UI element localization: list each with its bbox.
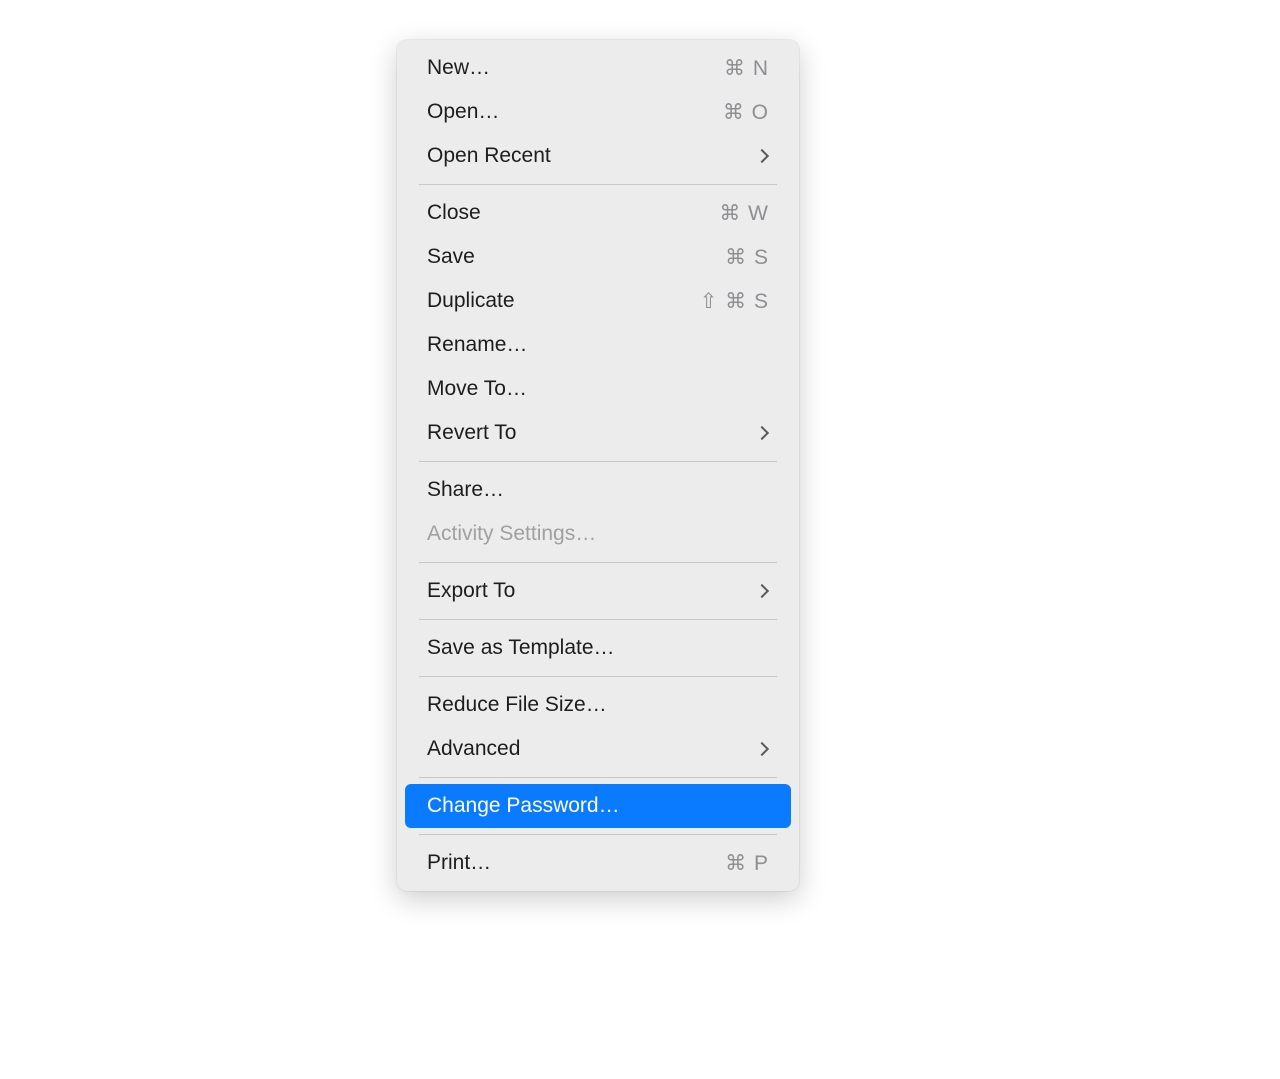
menu-item-label: Reduce File Size… bbox=[427, 693, 607, 717]
menu-item-label: Export To bbox=[427, 579, 515, 603]
menu-item-change-password[interactable]: Change Password… bbox=[405, 784, 791, 828]
keyboard-shortcut: ⌘ P bbox=[725, 851, 769, 876]
chevron-right-icon bbox=[757, 744, 769, 754]
menu-item-label: Print… bbox=[427, 851, 491, 875]
menu-item-label: Open Recent bbox=[427, 144, 551, 168]
keyboard-shortcut: ⌘ W bbox=[719, 201, 769, 226]
menu-item-save-as-template[interactable]: Save as Template… bbox=[405, 626, 791, 670]
menu-item-label: Advanced bbox=[427, 737, 520, 761]
file-menu: New… ⌘ N Open… ⌘ O Open Recent Close ⌘ W… bbox=[397, 40, 799, 891]
menu-item-revert-to[interactable]: Revert To bbox=[405, 411, 791, 455]
menu-item-label: Change Password… bbox=[427, 794, 620, 818]
menu-item-print[interactable]: Print… ⌘ P bbox=[405, 841, 791, 885]
menu-item-rename[interactable]: Rename… bbox=[405, 323, 791, 367]
menu-item-advanced[interactable]: Advanced bbox=[405, 727, 791, 771]
menu-item-label: Save bbox=[427, 245, 475, 269]
keyboard-shortcut: ⇧ ⌘ S bbox=[700, 289, 769, 314]
chevron-right-icon bbox=[757, 151, 769, 161]
menu-separator bbox=[419, 777, 777, 778]
menu-item-move-to[interactable]: Move To… bbox=[405, 367, 791, 411]
menu-separator bbox=[419, 184, 777, 185]
menu-item-label: Activity Settings… bbox=[427, 522, 596, 546]
menu-separator bbox=[419, 834, 777, 835]
menu-item-label: Duplicate bbox=[427, 289, 515, 313]
menu-item-share[interactable]: Share… bbox=[405, 468, 791, 512]
menu-item-label: Close bbox=[427, 201, 481, 225]
keyboard-shortcut: ⌘ N bbox=[724, 56, 769, 81]
keyboard-shortcut: ⌘ S bbox=[725, 245, 769, 270]
menu-separator bbox=[419, 676, 777, 677]
chevron-right-icon bbox=[757, 586, 769, 596]
chevron-right-icon bbox=[757, 428, 769, 438]
menu-separator bbox=[419, 461, 777, 462]
menu-item-label: Move To… bbox=[427, 377, 527, 401]
menu-item-reduce-file-size[interactable]: Reduce File Size… bbox=[405, 683, 791, 727]
menu-item-export-to[interactable]: Export To bbox=[405, 569, 791, 613]
menu-item-save[interactable]: Save ⌘ S bbox=[405, 235, 791, 279]
menu-item-label: Save as Template… bbox=[427, 636, 615, 660]
menu-item-open-recent[interactable]: Open Recent bbox=[405, 134, 791, 178]
menu-item-label: Open… bbox=[427, 100, 499, 124]
menu-item-close[interactable]: Close ⌘ W bbox=[405, 191, 791, 235]
menu-item-label: Revert To bbox=[427, 421, 517, 445]
menu-item-new[interactable]: New… ⌘ N bbox=[405, 46, 791, 90]
menu-item-open[interactable]: Open… ⌘ O bbox=[405, 90, 791, 134]
menu-item-activity-settings: Activity Settings… bbox=[405, 512, 791, 556]
menu-item-duplicate[interactable]: Duplicate ⇧ ⌘ S bbox=[405, 279, 791, 323]
menu-item-label: New… bbox=[427, 56, 490, 80]
menu-separator bbox=[419, 562, 777, 563]
menu-item-label: Share… bbox=[427, 478, 504, 502]
menu-item-label: Rename… bbox=[427, 333, 527, 357]
menu-separator bbox=[419, 619, 777, 620]
keyboard-shortcut: ⌘ O bbox=[723, 100, 769, 125]
